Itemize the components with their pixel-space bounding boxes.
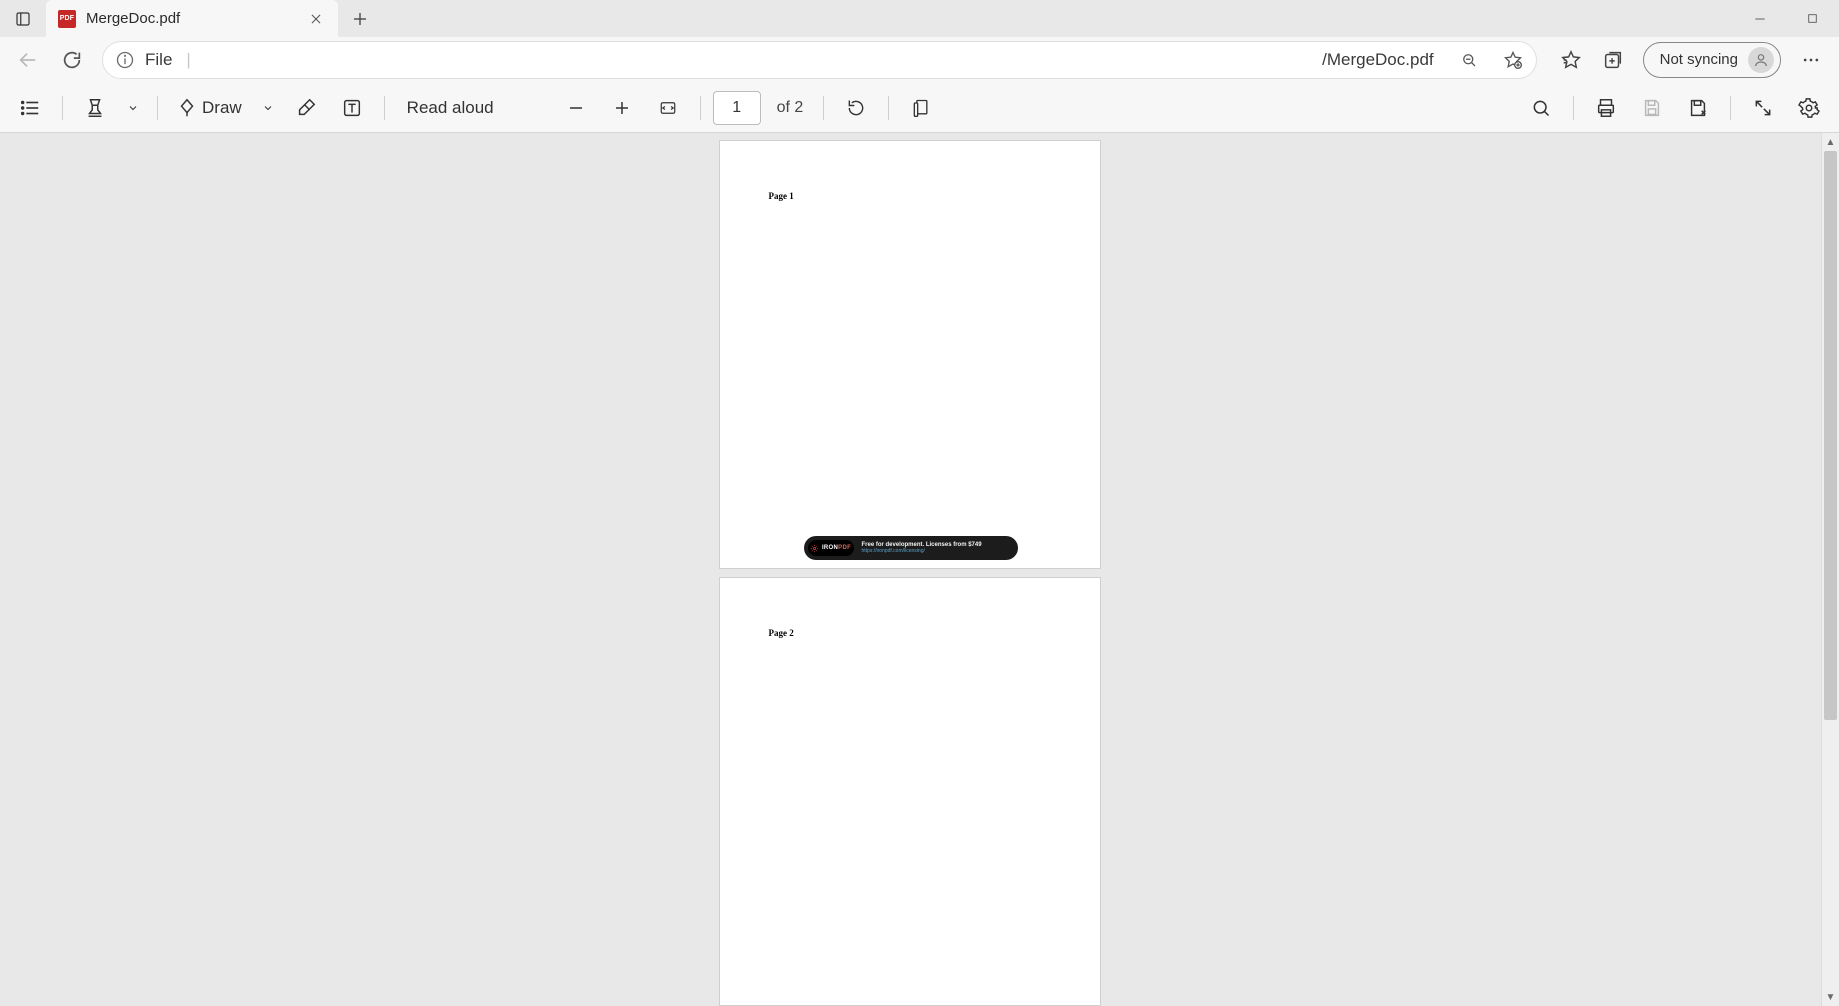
read-aloud-label: Read aloud [407, 98, 494, 118]
save-as-button[interactable] [1678, 88, 1718, 128]
table-of-contents-button[interactable] [10, 88, 50, 128]
window-maximize-button[interactable] [1789, 3, 1835, 35]
add-favorite-icon[interactable] [1496, 43, 1530, 77]
tab-actions-button[interactable] [0, 0, 46, 37]
gear-icon [810, 543, 820, 553]
divider [1573, 96, 1574, 120]
divider [157, 96, 158, 120]
read-aloud-button[interactable]: Read aloud [397, 88, 504, 128]
window-minimize-button[interactable] [1737, 3, 1783, 35]
page-count-label: of 2 [777, 99, 804, 117]
tab-close-button[interactable] [304, 7, 328, 31]
nav-refresh-button[interactable] [52, 40, 92, 80]
site-info-icon[interactable] [115, 50, 135, 70]
page-heading: Page 1 [769, 191, 794, 201]
favorites-icon[interactable] [1551, 40, 1591, 80]
zoom-in-button[interactable] [602, 88, 642, 128]
divider [888, 96, 889, 120]
address-scheme-label: File [145, 50, 172, 70]
draw-button[interactable]: Draw [170, 88, 250, 128]
fit-width-button[interactable] [648, 88, 688, 128]
divider [62, 96, 63, 120]
pdf-page[interactable]: Page 2 [719, 577, 1101, 1006]
address-separator: | [186, 50, 190, 70]
rotate-button[interactable] [836, 88, 876, 128]
address-path-suffix: /MergeDoc.pdf [1322, 50, 1434, 70]
print-button[interactable] [1586, 88, 1626, 128]
browser-toolbar: File | /MergeDoc.pdf [0, 37, 1839, 83]
highlighter-dropdown[interactable] [121, 88, 145, 128]
divider [823, 96, 824, 120]
nav-back-button[interactable] [8, 40, 48, 80]
draw-label: Draw [202, 98, 242, 118]
collections-icon[interactable] [1593, 40, 1633, 80]
vertical-scrollbar[interactable]: ▲ ▼ [1821, 133, 1839, 1006]
highlighter-button[interactable] [75, 88, 115, 128]
save-button[interactable] [1632, 88, 1672, 128]
scroll-down-arrow-icon[interactable]: ▼ [1822, 988, 1839, 1006]
scrollbar-track[interactable] [1822, 151, 1839, 988]
add-text-button[interactable] [332, 88, 372, 128]
draw-dropdown[interactable] [256, 88, 280, 128]
browser-menu-icon[interactable] [1791, 40, 1831, 80]
profile-sync-button[interactable]: Not syncing [1643, 42, 1781, 78]
watermark-brand: IRONPDF [822, 545, 851, 551]
tab-title: MergeDoc.pdf [86, 10, 294, 27]
pdf-settings-button[interactable] [1789, 88, 1829, 128]
divider [1730, 96, 1731, 120]
fullscreen-button[interactable] [1743, 88, 1783, 128]
find-in-document-button[interactable] [1521, 88, 1561, 128]
erase-button[interactable] [286, 88, 326, 128]
watermark-banner: IRONPDF Free for development. Licenses f… [804, 536, 1018, 560]
pdf-page[interactable]: Page 1 IRONPDF Free for development. Lic… [719, 140, 1101, 569]
page-view-button[interactable] [901, 88, 941, 128]
zoom-out-button[interactable] [556, 88, 596, 128]
page-number-input[interactable] [713, 91, 761, 125]
watermark-line2: https://ironpdf.com/licensing/ [862, 549, 982, 554]
watermark-logo-icon: IRONPDF [808, 540, 854, 556]
titlebar: PDF MergeDoc.pdf [0, 0, 1839, 37]
find-on-page-icon[interactable] [1452, 43, 1486, 77]
scroll-up-arrow-icon[interactable]: ▲ [1822, 133, 1839, 151]
pdf-toolbar: Draw Read aloud of 2 [0, 83, 1839, 133]
address-bar[interactable]: File | /MergeDoc.pdf [102, 41, 1537, 79]
pages-container[interactable]: Page 1 IRONPDF Free for development. Lic… [0, 133, 1819, 1006]
browser-right-actions: Not syncing [1551, 40, 1831, 80]
pdf-favicon-icon: PDF [58, 10, 76, 28]
window-controls [1737, 0, 1835, 37]
tab-active[interactable]: PDF MergeDoc.pdf [46, 0, 338, 37]
page-heading: Page 2 [769, 628, 794, 638]
divider [700, 96, 701, 120]
scrollbar-thumb[interactable] [1824, 151, 1837, 720]
document-viewport: Page 1 IRONPDF Free for development. Lic… [0, 133, 1839, 1006]
new-tab-button[interactable] [342, 1, 378, 37]
profile-avatar-icon [1748, 47, 1774, 73]
divider [384, 96, 385, 120]
sync-status-label: Not syncing [1660, 51, 1738, 68]
